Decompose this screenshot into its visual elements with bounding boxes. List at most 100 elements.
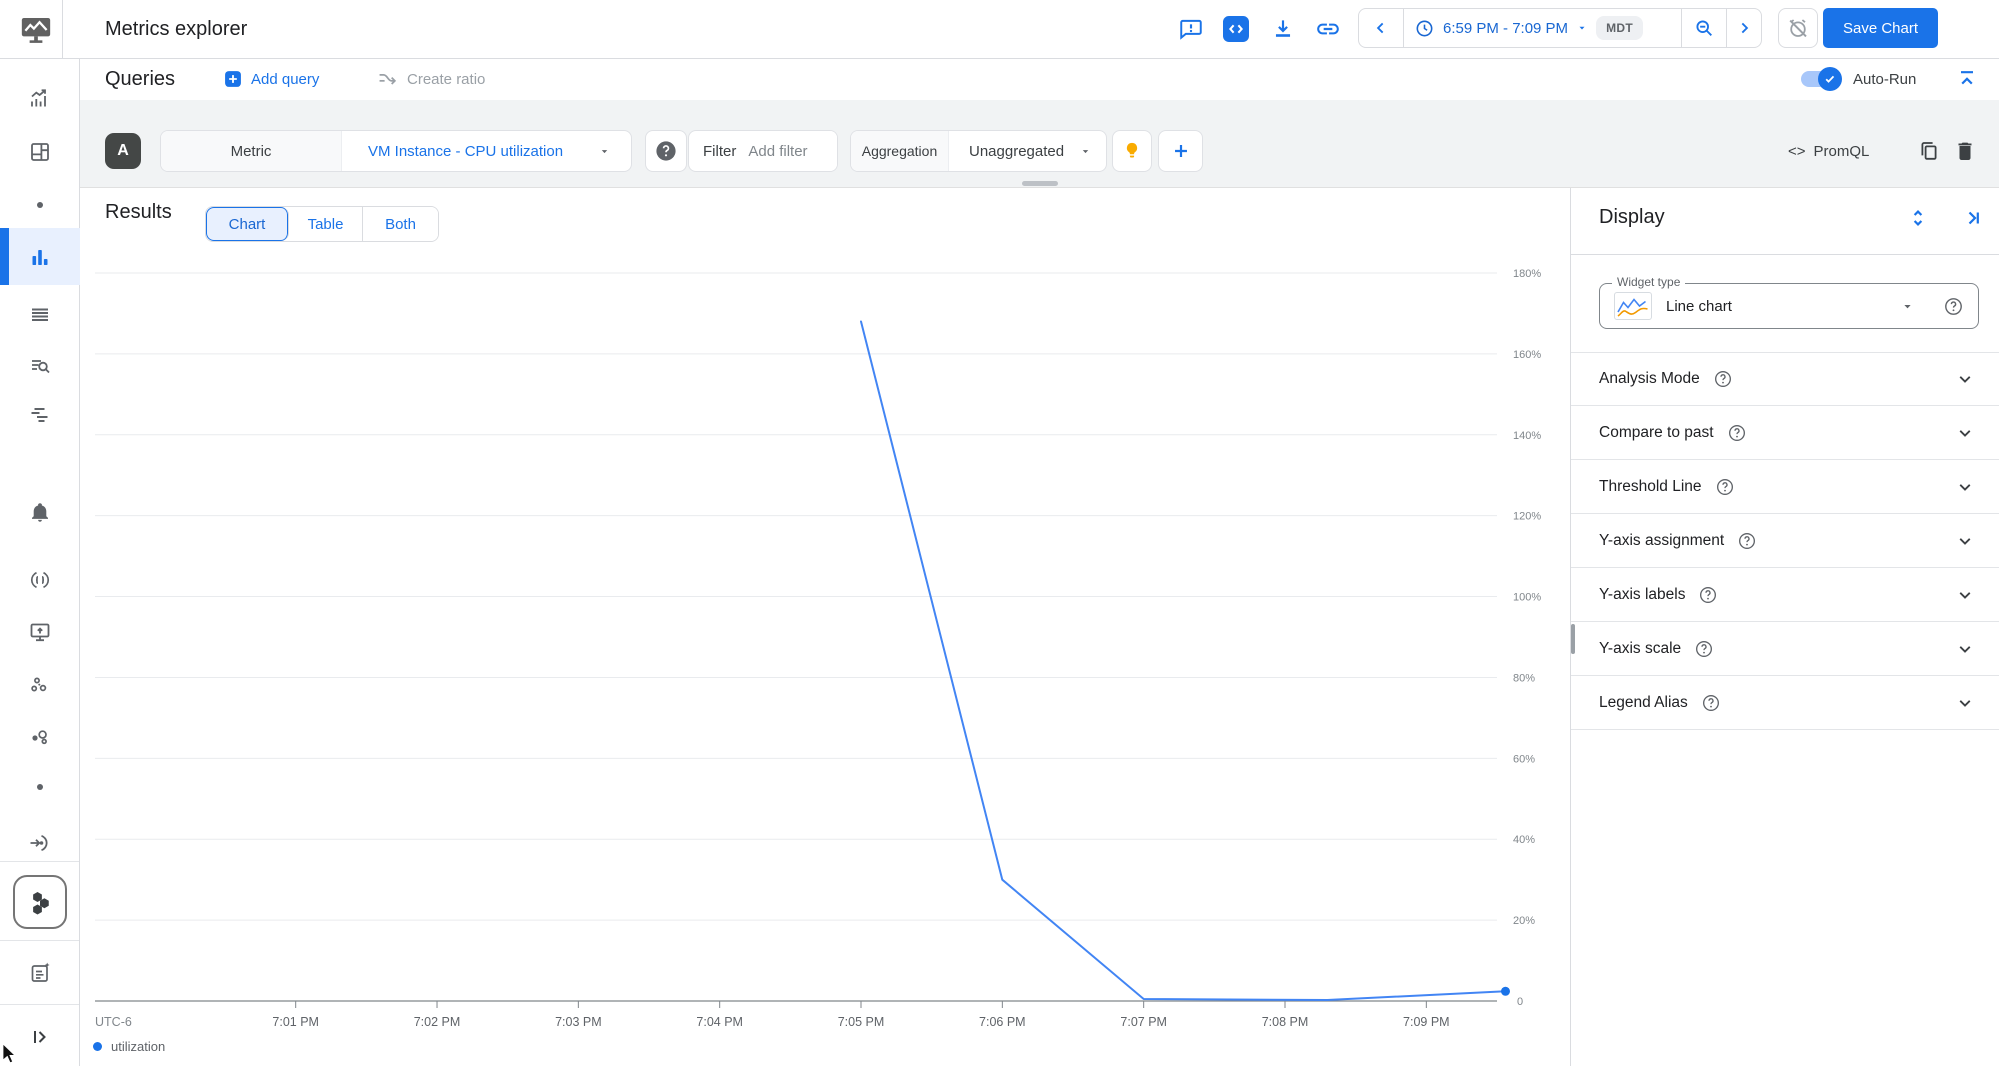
metric-help-button[interactable] bbox=[645, 130, 687, 172]
sidebar-item-synthetic-monitoring[interactable] bbox=[28, 620, 52, 644]
metric-label: Metric bbox=[161, 131, 342, 171]
filter-input[interactable] bbox=[742, 131, 837, 171]
section-label: Legend Alias bbox=[1599, 693, 1688, 711]
auto-run-toggle[interactable] bbox=[1801, 67, 1842, 91]
caret-down-icon bbox=[1576, 22, 1588, 34]
chevron-down-icon bbox=[1954, 638, 1976, 660]
aggregation-dropdown[interactable]: Unaggregated bbox=[949, 131, 1106, 171]
create-ratio-button[interactable]: Create ratio bbox=[377, 58, 485, 100]
code-box-icon bbox=[1223, 16, 1249, 42]
chart-svg: 180% 160% 140% 120% 100% 80% 60% 40% 20% 0 7:01 PM… bbox=[95, 268, 1541, 1029]
display-settings-accordion: Analysis Mode Compare to past Threshold … bbox=[1571, 352, 1999, 730]
query-builder-row: A Metric VM Instance - CPU utilization F… bbox=[80, 100, 1999, 188]
help-outline-icon[interactable] bbox=[1715, 477, 1735, 497]
dashboard-icon bbox=[28, 140, 52, 164]
search-list-icon bbox=[28, 354, 52, 378]
bar-chart-icon bbox=[28, 245, 52, 269]
promql-label: PromQL bbox=[1813, 142, 1870, 160]
sidebar-item-release-notes[interactable] bbox=[28, 961, 52, 985]
svg-text:7:04 PM: 7:04 PM bbox=[696, 1015, 743, 1029]
active-nav-indicator bbox=[0, 228, 9, 285]
section-y-axis-labels[interactable]: Y-axis labels bbox=[1571, 568, 1999, 622]
queries-bar: Queries Add query Create ratio Auto-Run bbox=[80, 58, 1999, 100]
note-sparkle-icon bbox=[28, 961, 52, 985]
alerting-disabled-button[interactable] bbox=[1778, 8, 1818, 48]
query-editor-button[interactable] bbox=[1222, 15, 1250, 43]
results-chart[interactable]: 180% 160% 140% 120% 100% 80% 60% 40% 20% 0 7:01 PM… bbox=[80, 255, 1570, 1066]
help-outline-icon[interactable] bbox=[1943, 296, 1964, 317]
section-y-axis-assignment[interactable]: Y-axis assignment bbox=[1571, 514, 1999, 568]
expand-sections-button[interactable] bbox=[1906, 206, 1930, 230]
svg-text:20%: 20% bbox=[1513, 915, 1535, 927]
section-threshold-line[interactable]: Threshold Line bbox=[1571, 460, 1999, 514]
feedback-button[interactable] bbox=[1177, 15, 1205, 43]
section-y-axis-scale[interactable]: Y-axis scale bbox=[1571, 622, 1999, 676]
sidebar-item-uptime-checks[interactable] bbox=[28, 568, 52, 592]
resize-handle[interactable] bbox=[1022, 181, 1058, 186]
promql-toggle[interactable]: <> PromQL bbox=[1788, 130, 1869, 172]
share-link-button[interactable] bbox=[1314, 15, 1342, 43]
auto-run-label: Auto-Run bbox=[1853, 70, 1917, 88]
svg-text:40%: 40% bbox=[1513, 834, 1535, 846]
sidebar-item-metrics-explorer[interactable] bbox=[28, 245, 52, 269]
delete-query-button[interactable] bbox=[1953, 139, 1977, 163]
sidebar-divider bbox=[0, 1004, 79, 1005]
alarm-off-icon bbox=[1786, 16, 1810, 40]
download-button[interactable] bbox=[1269, 15, 1297, 43]
svg-text:7:02 PM: 7:02 PM bbox=[414, 1015, 461, 1029]
svg-text:7:07 PM: 7:07 PM bbox=[1120, 1015, 1167, 1029]
sidebar-item-settings[interactable] bbox=[28, 831, 52, 855]
svg-text:60%: 60% bbox=[1513, 753, 1535, 765]
chevron-left-icon bbox=[1371, 18, 1391, 38]
save-chart-button[interactable]: Save Chart bbox=[1823, 8, 1938, 48]
tab-chart[interactable]: Chart bbox=[206, 207, 289, 241]
tab-both[interactable]: Both bbox=[363, 207, 438, 241]
time-back-button[interactable] bbox=[1359, 9, 1404, 47]
time-range-control: 6:59 PM - 7:09 PM MDT bbox=[1358, 8, 1762, 48]
section-compare-to-past[interactable]: Compare to past bbox=[1571, 406, 1999, 460]
collapse-up-icon bbox=[1955, 67, 1979, 91]
sidebar-item-trace[interactable] bbox=[28, 402, 52, 426]
sidebar-item-groups[interactable] bbox=[28, 673, 52, 697]
feedback-icon bbox=[1178, 16, 1204, 42]
nav-overflow-dot bbox=[37, 784, 43, 790]
sidebar-item-overview[interactable] bbox=[28, 86, 52, 110]
sidebar-item-log-search[interactable] bbox=[28, 354, 52, 378]
help-outline-icon[interactable] bbox=[1701, 693, 1721, 713]
svg-text:7:09 PM: 7:09 PM bbox=[1403, 1015, 1450, 1029]
expand-nav-button[interactable] bbox=[28, 1025, 52, 1049]
sidebar-item-pinned-product[interactable] bbox=[13, 875, 67, 929]
bubbles-icon bbox=[28, 725, 52, 749]
help-outline-icon[interactable] bbox=[1694, 639, 1714, 659]
arrow-into-circle-icon bbox=[28, 831, 52, 855]
sidebar-item-list[interactable] bbox=[28, 303, 52, 327]
widget-type-select[interactable]: Widget type Line chart bbox=[1599, 275, 1979, 329]
time-forward-button[interactable] bbox=[1726, 9, 1761, 47]
help-outline-icon[interactable] bbox=[1737, 531, 1757, 551]
sidebar-item-integrations[interactable] bbox=[28, 725, 52, 749]
toggle-thumb bbox=[1818, 67, 1842, 91]
add-sub-query-button[interactable] bbox=[1158, 130, 1203, 172]
add-query-label: Add query bbox=[251, 70, 320, 88]
zoom-out-button[interactable] bbox=[1681, 9, 1726, 47]
add-query-button[interactable]: Add query bbox=[223, 58, 319, 100]
collapse-panel-button[interactable] bbox=[1960, 206, 1984, 230]
sidebar-item-dashboards[interactable] bbox=[28, 140, 52, 164]
metric-dropdown[interactable]: VM Instance - CPU utilization bbox=[342, 131, 631, 171]
help-outline-icon[interactable] bbox=[1713, 369, 1733, 389]
download-icon bbox=[1270, 16, 1296, 42]
sidebar-item-alerting[interactable] bbox=[28, 500, 52, 524]
section-legend-alias[interactable]: Legend Alias bbox=[1571, 676, 1999, 730]
section-analysis-mode[interactable]: Analysis Mode bbox=[1571, 352, 1999, 406]
help-outline-icon[interactable] bbox=[1698, 585, 1718, 605]
svg-text:7:08 PM: 7:08 PM bbox=[1262, 1015, 1309, 1029]
section-label: Y-axis assignment bbox=[1599, 531, 1725, 549]
aggregation-chip: Aggregation Unaggregated bbox=[850, 130, 1107, 172]
duplicate-query-button[interactable] bbox=[1917, 139, 1941, 163]
help-outline-icon[interactable] bbox=[1727, 423, 1747, 443]
collapse-all-button[interactable] bbox=[1955, 67, 1979, 91]
scroll-indicator[interactable] bbox=[1571, 624, 1575, 654]
tab-table[interactable]: Table bbox=[289, 207, 363, 241]
suggestion-button[interactable] bbox=[1112, 130, 1152, 172]
time-range-selector[interactable]: 6:59 PM - 7:09 PM MDT bbox=[1404, 9, 1681, 47]
